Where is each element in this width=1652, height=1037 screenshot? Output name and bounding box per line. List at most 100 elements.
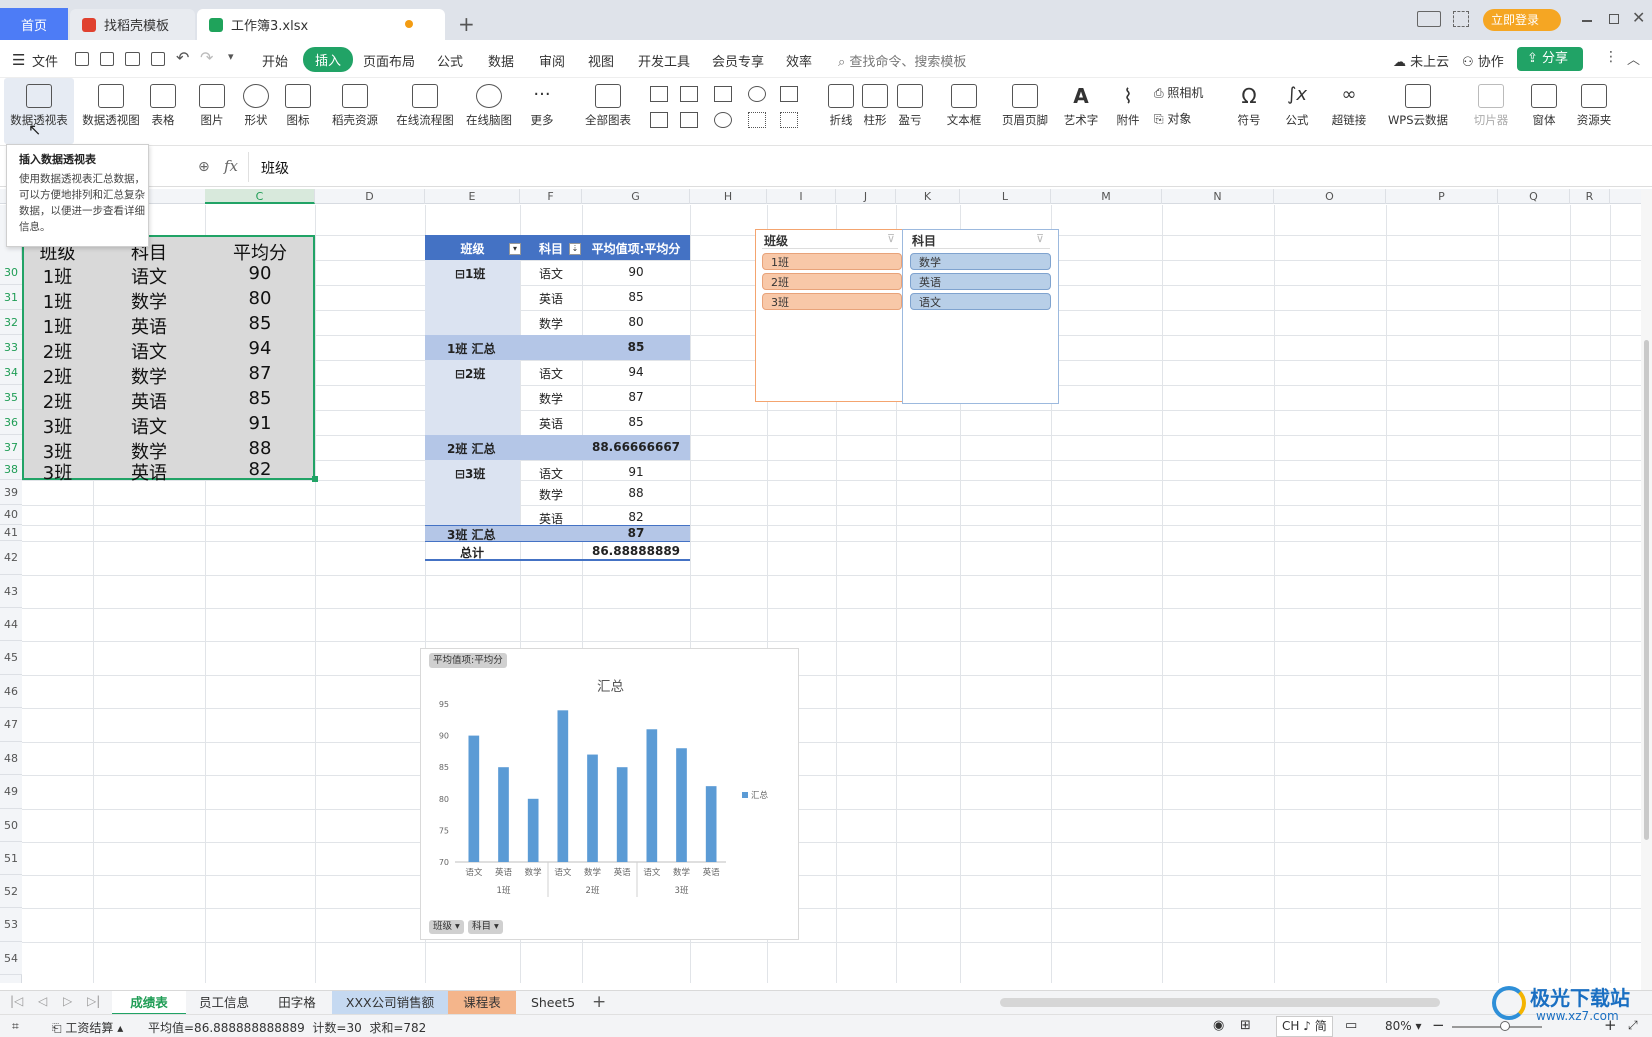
line-chart-icon[interactable]	[714, 86, 732, 102]
cell-subject[interactable]: 英语	[93, 388, 205, 414]
formula-input[interactable]: 班级	[248, 152, 1652, 182]
menu-formulas[interactable]: 公式	[437, 51, 463, 70]
add-sheet-icon[interactable]: +	[592, 992, 606, 1012]
vertical-scrollbar[interactable]	[1641, 190, 1652, 990]
source-table[interactable]: 班级 科目 平均分 1班 语文 90 1班 数学 80 1班 英语 85 2班 …	[22, 235, 315, 484]
slicer-class-item[interactable]: 1班	[762, 253, 902, 270]
object-button[interactable]: ⎘ 对象	[1154, 110, 1191, 127]
pivot-table[interactable]: 班级 ▾ 科目 ⇣ 平均值项:平均分 ⊟1班 语文 90 英语 85 数学 80…	[425, 235, 690, 542]
slicer-subject-item[interactable]: 英语	[910, 273, 1051, 290]
row-header-32[interactable]: 32	[0, 310, 22, 335]
sheet-tab-sheet5[interactable]: Sheet5	[520, 991, 586, 1015]
picture-button[interactable]: 图片	[192, 80, 232, 128]
attachment-button[interactable]: ⌇ 附件	[1112, 80, 1144, 128]
sparkline-column-button[interactable]: 柱形	[860, 80, 890, 128]
view-mode-icon[interactable]: ⊞	[1240, 1018, 1251, 1033]
cell-score[interactable]: 85	[205, 313, 315, 334]
menu-file[interactable]: 文件	[32, 51, 58, 70]
cell-score[interactable]: 90	[205, 263, 315, 284]
collapse-ribbon-icon[interactable]: ︿	[1627, 49, 1640, 68]
print-icon[interactable]	[125, 52, 140, 66]
row-header-33[interactable]: 33	[0, 335, 22, 360]
selection-summary[interactable]: 平均值=86.888888888889 计数=30 求和=782	[148, 1019, 426, 1036]
slicer-button[interactable]: 切片器	[1470, 80, 1512, 128]
row-header-51[interactable]: 51	[0, 842, 22, 875]
cell-subject[interactable]: 数学	[93, 288, 205, 314]
row-header-49[interactable]: 49	[0, 775, 22, 809]
textbox-button[interactable]: 文本框	[942, 80, 986, 128]
column-header-k[interactable]: K	[896, 189, 960, 204]
column-header-c[interactable]: C	[205, 189, 315, 204]
close-icon[interactable]: ✕	[1632, 8, 1645, 27]
row-header-44[interactable]: 44	[0, 608, 22, 641]
table-button[interactable]: 表格	[146, 80, 180, 128]
equation-button[interactable]: ∫x 公式	[1276, 80, 1318, 128]
sheet-tab-grid-paper[interactable]: 田字格	[262, 991, 332, 1015]
row-header-53[interactable]: 53	[0, 908, 22, 942]
bar-chart-icon[interactable]	[680, 86, 698, 102]
radar-chart-icon[interactable]	[748, 86, 766, 102]
next-sheet-icon[interactable]: ▷	[63, 994, 72, 1008]
sparkline-line-button[interactable]: 折线	[826, 80, 856, 128]
cell-class[interactable]: 3班	[22, 459, 93, 485]
row-header-35[interactable]: 35	[0, 385, 22, 410]
new-tab-icon[interactable]: +	[458, 12, 475, 36]
menu-developer[interactable]: 开发工具	[638, 51, 690, 70]
camera-button[interactable]: ⎙ 照相机	[1154, 84, 1203, 101]
resource-folder-button[interactable]: 资源夹	[1574, 80, 1614, 128]
row-header-40[interactable]: 40	[0, 505, 22, 525]
cell-subject[interactable]: 语文	[93, 338, 205, 364]
row-header-38[interactable]: 38	[0, 460, 22, 480]
row-header-30[interactable]: 30	[0, 260, 22, 285]
collab-button[interactable]: ⚇ 协作	[1462, 51, 1504, 70]
login-button[interactable]: 立即登录	[1483, 9, 1561, 31]
row-header-37[interactable]: 37	[0, 435, 22, 460]
fx-icon[interactable]: fx	[224, 157, 238, 175]
menu-member[interactable]: 会员专享	[712, 51, 764, 70]
combo-chart-icon[interactable]	[680, 112, 698, 128]
ime-indicator[interactable]: CH ♪ 简	[1276, 1016, 1333, 1037]
mindmap-button[interactable]: 在线脑图	[462, 80, 516, 128]
last-sheet-icon[interactable]: ▷|	[87, 994, 100, 1008]
column-header-e[interactable]: E	[425, 189, 520, 204]
column-header-n[interactable]: N	[1162, 189, 1274, 204]
tab-workbook[interactable]: 工作簿3.xlsx	[197, 9, 445, 40]
wps-cloud-data-button[interactable]: WPS云数据	[1380, 80, 1456, 128]
cell-score[interactable]: 82	[205, 459, 315, 480]
tab-home[interactable]: 首页	[0, 8, 68, 40]
row-header-42[interactable]: 42	[0, 541, 22, 575]
zoom-out-icon[interactable]: −	[1432, 1016, 1445, 1034]
row-header-31[interactable]: 31	[0, 285, 22, 310]
all-charts-button[interactable]: 全部图表	[578, 80, 638, 128]
pivot-chart[interactable]: 平均值项:平均分 汇总 70 75 80 85 90 95 语文 英语 数学 语文 数学 英语 语文 数学…	[420, 648, 799, 940]
slicer-class[interactable]: 班级 ⊽ 1班 2班 3班	[755, 229, 905, 402]
row-header-34[interactable]: 34	[0, 360, 22, 385]
bubble-chart-icon[interactable]	[780, 112, 798, 128]
cell-class[interactable]: 2班	[22, 363, 93, 389]
column-header-q[interactable]: Q	[1498, 189, 1570, 204]
column-header-h[interactable]: H	[690, 189, 767, 204]
cell-class[interactable]: 1班	[22, 313, 93, 339]
row-header-45[interactable]: 45	[0, 641, 22, 675]
menu-efficiency[interactable]: 效率	[786, 51, 812, 70]
command-search[interactable]: ⌕ 查找命令、搜索模板	[838, 51, 966, 70]
wordart-button[interactable]: A 艺术字	[1058, 80, 1104, 128]
row-header-41[interactable]: 41	[0, 525, 22, 541]
class-field-button[interactable]: 班级 ▾	[429, 920, 464, 934]
chart-type-gallery[interactable]	[650, 86, 810, 136]
column-header-j[interactable]: J	[836, 189, 896, 204]
prev-sheet-icon[interactable]: ◁	[38, 994, 47, 1008]
row-header-36[interactable]: 36	[0, 410, 22, 435]
vertical-scroll-thumb[interactable]	[1644, 340, 1649, 840]
hamburger-icon[interactable]: ☰	[12, 51, 25, 69]
cell-score[interactable]: 85	[205, 388, 315, 409]
maximize-icon[interactable]	[1609, 14, 1619, 24]
cloud-status[interactable]: ☁ 未上云	[1393, 51, 1449, 70]
column-header-g[interactable]: G	[582, 189, 690, 204]
slicer-subject-item[interactable]: 数学	[910, 253, 1051, 270]
menu-page-layout[interactable]: 页面布局	[363, 51, 415, 70]
row-header-39[interactable]: 39	[0, 480, 22, 505]
menu-insert[interactable]: 插入	[303, 47, 354, 72]
row-header-48[interactable]: 48	[0, 742, 22, 775]
row-header-47[interactable]: 47	[0, 708, 22, 742]
